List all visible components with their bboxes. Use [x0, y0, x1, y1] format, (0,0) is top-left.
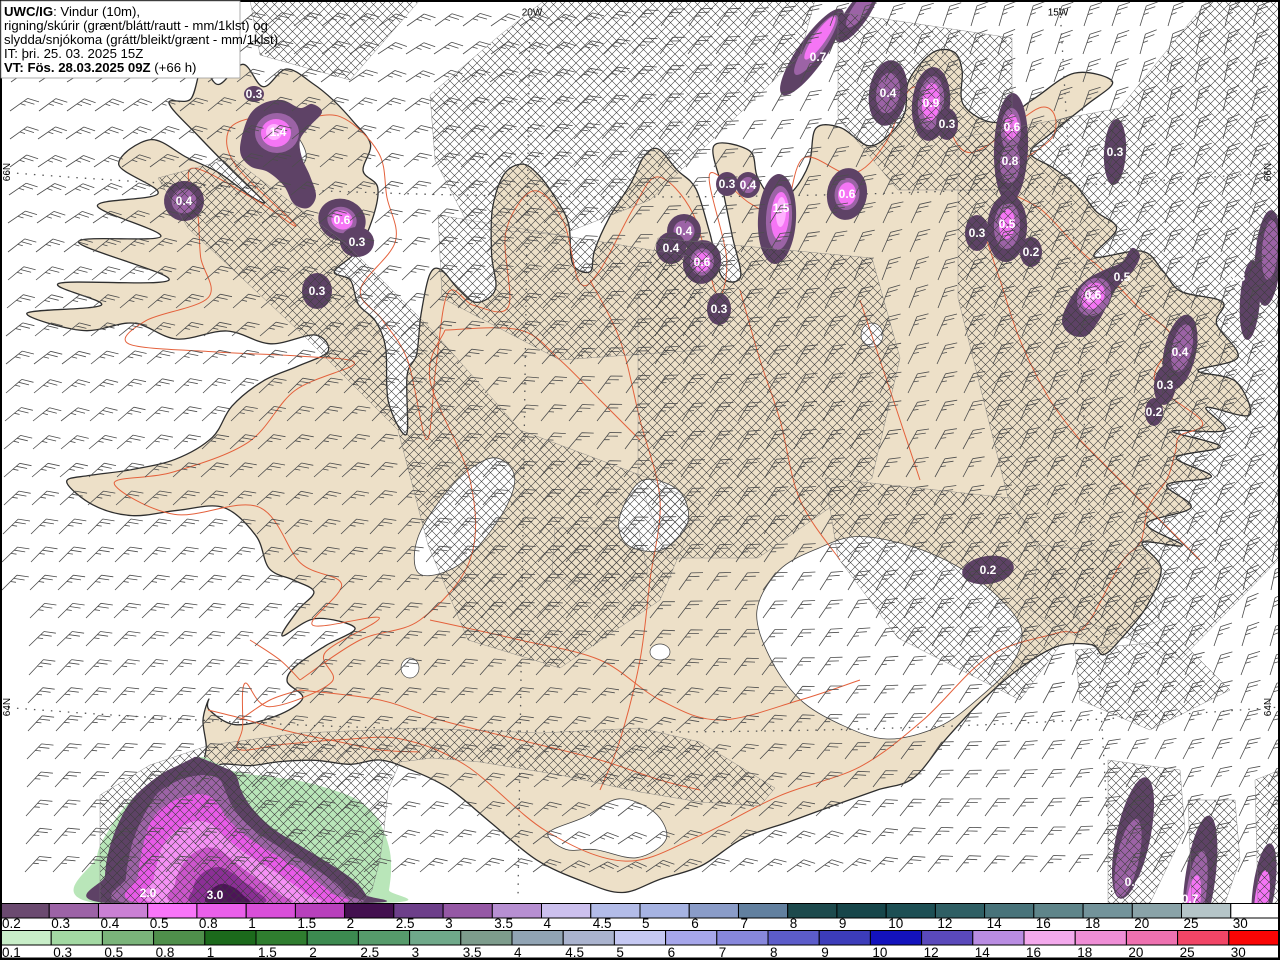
svg-text:16: 16 [1036, 916, 1051, 931]
svg-text:0.4: 0.4 [1125, 875, 1142, 889]
svg-text:0.8: 0.8 [1002, 154, 1019, 168]
svg-text:1.5: 1.5 [297, 916, 316, 931]
svg-text:0.5: 0.5 [1114, 270, 1131, 284]
svg-text:1: 1 [248, 916, 256, 931]
svg-text:0.2: 0.2 [980, 563, 997, 577]
svg-text:0.3: 0.3 [1229, 270, 1246, 284]
svg-text:0.3: 0.3 [349, 235, 366, 249]
svg-text:12: 12 [937, 916, 952, 931]
svg-text:0.2: 0.2 [2, 916, 21, 931]
svg-text:0.3: 0.3 [246, 87, 263, 101]
svg-text:slydda/snjókoma (grátt/bleikt/: slydda/snjókoma (grátt/bleikt/grænt - mm… [4, 32, 278, 47]
svg-text:0.3: 0.3 [51, 916, 70, 931]
svg-text:0.4: 0.4 [663, 241, 680, 255]
svg-text:0.7: 0.7 [810, 50, 827, 64]
svg-text:4: 4 [544, 916, 552, 931]
svg-text:2.5: 2.5 [396, 916, 415, 931]
svg-text:14: 14 [987, 916, 1003, 931]
svg-text:3.5: 3.5 [494, 916, 513, 931]
svg-text:0.3: 0.3 [719, 177, 736, 191]
svg-text:10: 10 [888, 916, 903, 931]
svg-text:30: 30 [1233, 916, 1248, 931]
svg-text:0.5: 0.5 [150, 916, 169, 931]
svg-text:64N: 64N [2, 698, 13, 716]
svg-text:1.4: 1.4 [270, 125, 287, 139]
svg-text:0.6: 0.6 [694, 255, 711, 269]
svg-text:5: 5 [642, 916, 650, 931]
svg-text:1.5: 1.5 [773, 201, 790, 215]
svg-text:0.3: 0.3 [309, 284, 326, 298]
svg-text:18: 18 [1085, 916, 1100, 931]
svg-text:8: 8 [790, 916, 798, 931]
svg-text:0.6: 0.6 [1004, 120, 1021, 134]
svg-text:25: 25 [1184, 916, 1199, 931]
svg-text:UWC/IG: Vindur (10m),: UWC/IG: Vindur (10m), [4, 4, 140, 19]
svg-text:0.5: 0.5 [999, 217, 1016, 231]
svg-text:0.2: 0.2 [1023, 245, 1040, 259]
svg-text:64N: 64N [1263, 698, 1274, 716]
svg-text:9: 9 [839, 916, 847, 931]
svg-text:7: 7 [741, 916, 749, 931]
svg-text:3.0: 3.0 [207, 888, 224, 902]
svg-text:0.4: 0.4 [176, 194, 193, 208]
svg-text:20: 20 [1134, 916, 1149, 931]
svg-text:0.2: 0.2 [1146, 405, 1163, 419]
svg-text:0.4: 0.4 [740, 178, 757, 192]
svg-text:0.3: 0.3 [939, 117, 956, 131]
svg-text:rigning/skúrir (grænt/blátt/ra: rigning/skúrir (grænt/blátt/rautt - mm/1… [4, 18, 268, 33]
svg-text:0.3: 0.3 [1157, 378, 1174, 392]
svg-text:3: 3 [445, 916, 453, 931]
svg-text:0.3: 0.3 [969, 226, 986, 240]
svg-text:0.3: 0.3 [711, 302, 728, 316]
svg-text:0.4: 0.4 [1172, 345, 1189, 359]
svg-text:0.4: 0.4 [880, 86, 897, 100]
svg-text:0.4: 0.4 [101, 916, 120, 931]
svg-text:0.3: 0.3 [1107, 145, 1124, 159]
svg-text:2: 2 [347, 916, 355, 931]
svg-text:6: 6 [691, 916, 699, 931]
svg-text:0.6: 0.6 [334, 213, 351, 227]
svg-text:0.6: 0.6 [1085, 288, 1102, 302]
svg-text:2.0: 2.0 [140, 886, 157, 900]
svg-text:0.4: 0.4 [676, 224, 693, 238]
svg-text:4.5: 4.5 [593, 916, 612, 931]
svg-text:VT: Fös. 28.03.2025 09Z (+66 h: VT: Fös. 28.03.2025 09Z (+66 h) [4, 60, 196, 75]
svg-text:0.8: 0.8 [199, 916, 218, 931]
svg-text:IT: þri. 25. 03. 2025 15Z: IT: þri. 25. 03. 2025 15Z [4, 46, 143, 61]
svg-text:0.9: 0.9 [923, 96, 940, 110]
svg-text:0.6: 0.6 [839, 187, 856, 201]
